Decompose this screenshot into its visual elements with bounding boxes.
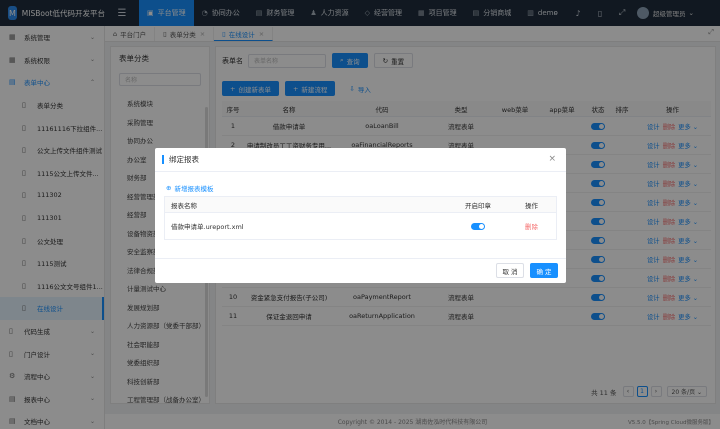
col-report-name: 报表名称 (171, 201, 197, 210)
table-row: 借款申请单.ureport.xml 删除 (165, 213, 556, 239)
confirm-button[interactable]: 确 定 (530, 263, 558, 278)
delete-link-cell: 删除 (507, 221, 556, 231)
col-op: 操作 (525, 201, 538, 210)
title-accent (162, 155, 164, 164)
add-report-template-link[interactable]: ⊕ 新增报表模板 (164, 182, 557, 194)
dialog-body: ⊕ 新增报表模板 报表名称 开启印章 操作 借款申请单.ureport.xml 删… (164, 182, 557, 246)
bind-report-dialog: 绑定报表 × ⊕ 新增报表模板 报表名称 开启印章 操作 借款申请单.urepor… (155, 148, 566, 283)
add-link-label: 新增报表模板 (174, 185, 214, 193)
col-seal: 开启印章 (465, 201, 491, 210)
add-circle-icon: ⊕ (166, 184, 172, 192)
report-table-header: 报表名称 开启印章 操作 (165, 197, 556, 213)
seal-toggle[interactable] (471, 222, 485, 230)
dialog-buttons: 取 消 确 定 (490, 263, 558, 278)
report-name: 借款申请单.ureport.xml (171, 223, 244, 231)
dialog-footer: 取 消 确 定 (155, 258, 566, 283)
dialog-header: 绑定报表 × (155, 148, 566, 172)
seal-toggle-cell (449, 222, 507, 230)
delete-link[interactable]: 删除 (525, 223, 538, 231)
close-icon[interactable]: × (548, 154, 556, 164)
dialog-title: 绑定报表 (169, 155, 199, 164)
cancel-button[interactable]: 取 消 (496, 263, 524, 278)
report-table: 报表名称 开启印章 操作 借款申请单.ureport.xml 删除 (164, 196, 557, 240)
